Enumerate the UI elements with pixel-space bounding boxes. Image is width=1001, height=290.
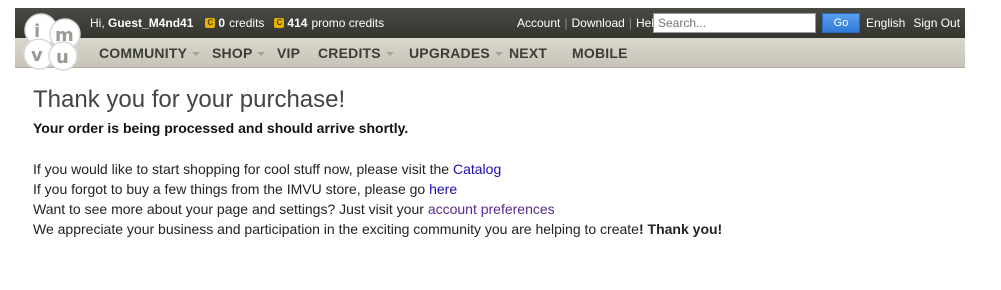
imvu-logo-icon[interactable]: i m v u — [21, 12, 85, 72]
svg-text:i: i — [34, 21, 40, 42]
language-link[interactable]: English — [866, 16, 905, 30]
divider: | — [628, 16, 632, 30]
download-link[interactable]: Download — [571, 16, 624, 30]
catalog-link[interactable]: Catalog — [453, 161, 501, 177]
message-text: If you forgot to buy a few things from t… — [33, 181, 430, 197]
message-lines: If you would like to start shopping for … — [33, 159, 973, 239]
search-input[interactable] — [653, 13, 816, 33]
promo-credits-label: promo credits — [311, 16, 385, 30]
message-text: If you would like to start shopping for … — [33, 161, 453, 177]
nav-vip-label: VIP — [277, 45, 301, 61]
nav-upgrades-label: UPGRADES — [409, 45, 490, 61]
sign-out-link[interactable]: Sign Out — [913, 16, 960, 30]
svg-text:m: m — [55, 25, 74, 46]
message-text: We appreciate your business and particip… — [33, 221, 639, 237]
svg-text:v: v — [31, 45, 43, 66]
nav-shop[interactable]: SHOP — [212, 38, 266, 68]
credits-amount: 0 — [218, 16, 226, 30]
nav-mobile[interactable]: MOBILE — [572, 38, 628, 68]
order-status-message: Your order is being processed and should… — [33, 120, 409, 136]
thank-you-text: ! Thank you! — [638, 221, 723, 237]
message-line-preferences: Want to see more about your page and set… — [33, 199, 973, 219]
search-go-button[interactable]: Go — [822, 13, 860, 33]
promo-credits-amount: 414 — [287, 16, 308, 30]
account-preferences-link[interactable]: account preferences — [428, 201, 555, 217]
message-text: Want to see more about your page and set… — [33, 201, 428, 217]
divider: | — [564, 16, 568, 30]
chevron-down-icon — [257, 52, 266, 56]
top-links: Account | Download | Help — [517, 8, 661, 38]
chevron-down-icon — [192, 52, 201, 56]
nav-upgrades[interactable]: UPGRADES — [409, 38, 503, 68]
greeting-prefix: Hi, — [90, 16, 105, 30]
nav-shop-label: SHOP — [212, 45, 253, 61]
credits-coin-icon: C — [205, 18, 216, 28]
greeting-area: Hi, Guest_M4nd41 C 0 credits C 414 promo… — [90, 8, 394, 38]
username[interactable]: Guest_M4nd41 — [108, 16, 193, 30]
page-title: Thank you for your purchase! — [33, 86, 346, 113]
promo-credits-coin-icon: C — [274, 18, 285, 28]
user-links: English Sign Out — [866, 8, 968, 38]
site-header: i m v u Hi, Guest_M4nd41 C 0 credits C 4… — [15, 8, 968, 71]
nav-next-label: NEXT — [509, 45, 548, 61]
nav-vip[interactable]: VIP — [277, 38, 300, 68]
message-line-store: If you forgot to buy a few things from t… — [33, 179, 973, 199]
credits-balance[interactable]: C 0 credits — [205, 8, 264, 38]
nav-community[interactable]: COMMUNITY — [99, 38, 201, 68]
nav-credits-label: CREDITS — [318, 45, 381, 61]
message-line-catalog: If you would like to start shopping for … — [33, 159, 973, 179]
chevron-down-icon — [494, 52, 503, 56]
nav-credits[interactable]: CREDITS — [318, 38, 394, 68]
nav-community-label: COMMUNITY — [99, 45, 188, 61]
account-link[interactable]: Account — [517, 16, 560, 30]
main-content: Thank you for your purchase! Your order … — [33, 86, 973, 239]
svg-text:u: u — [56, 47, 69, 68]
promo-credits-balance[interactable]: C 414 promo credits — [274, 8, 384, 38]
message-line-thanks: We appreciate your business and particip… — [33, 219, 973, 239]
chevron-down-icon — [385, 52, 394, 56]
greeting: Hi, Guest_M4nd41 — [90, 8, 193, 38]
credits-label: credits — [229, 16, 265, 30]
nav-next[interactable]: NEXT — [509, 38, 547, 68]
store-here-link[interactable]: here — [429, 181, 457, 197]
nav-mobile-label: MOBILE — [572, 45, 628, 61]
